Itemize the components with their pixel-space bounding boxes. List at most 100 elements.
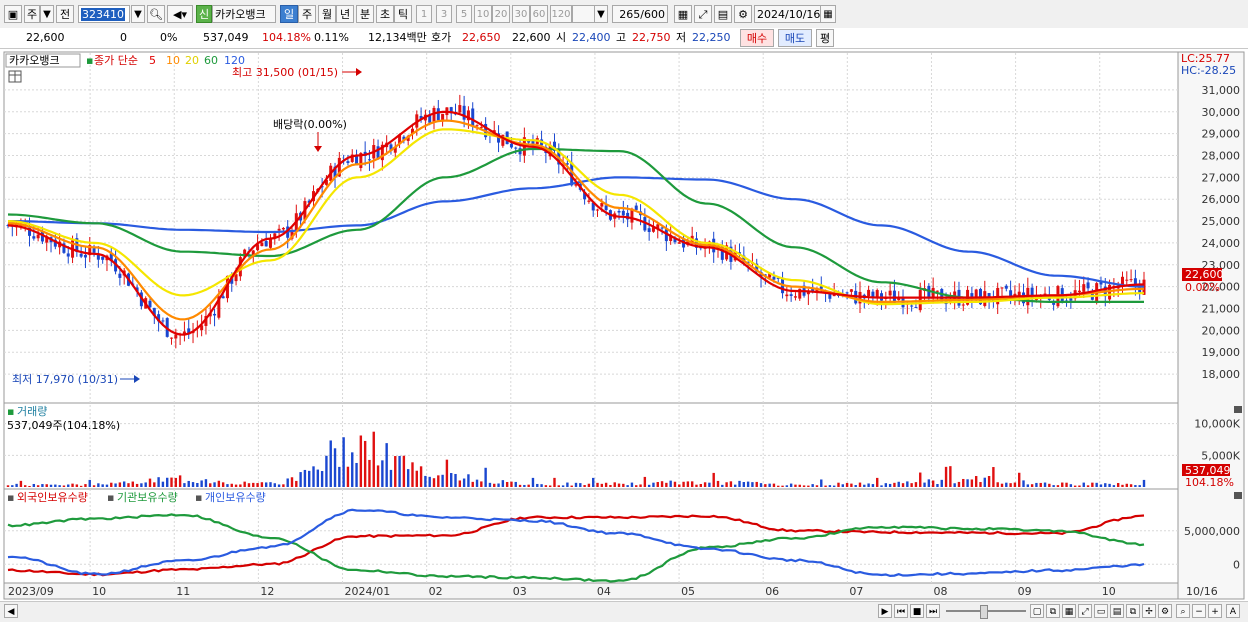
volume-bar (385, 443, 388, 487)
period-tab-0[interactable]: 일 (280, 5, 298, 23)
interval-tab-30[interactable]: 30 (512, 5, 530, 23)
table-icon[interactable]: ▦ (1062, 604, 1076, 618)
volume-bar (557, 485, 560, 487)
turnover-percent: 0.11% (314, 31, 349, 44)
volume-bar (949, 466, 952, 487)
holdings-bullet-2: ▪ (107, 491, 114, 504)
prev-button[interactable]: 전 (56, 5, 74, 23)
volume-bar (79, 485, 83, 487)
candle-body (617, 211, 621, 213)
volume-bar (221, 482, 225, 487)
buy-button[interactable]: 매수 (740, 29, 774, 47)
volume-panel-close-icon[interactable] (1234, 406, 1242, 413)
high-price: 22,750 (632, 31, 671, 44)
zoom-slider-thumb[interactable] (980, 605, 988, 619)
period-tab-6[interactable]: 틱 (394, 5, 412, 23)
volume-bar (67, 484, 70, 487)
chart-canvas[interactable]: 31,000 30,000 29,000 28,000 27,000 26,000 25,0… (0, 49, 1248, 601)
count-input[interactable]: 265/600 (612, 5, 668, 23)
volume-bar (338, 466, 341, 487)
zoom-in-icon[interactable]: + (1208, 604, 1222, 618)
date-tick-label: 04 (597, 585, 611, 598)
volume-bar (462, 478, 466, 487)
volume-bar (721, 484, 724, 487)
volume-tick-label: 10,000K (1194, 418, 1240, 431)
volume-bar (394, 456, 397, 487)
interval-tab-60[interactable]: 60 (530, 5, 548, 23)
layout-icon[interactable]: ▣ (4, 5, 22, 23)
interval-tab-20[interactable]: 20 (492, 5, 510, 23)
price-panel (3, 51, 1179, 404)
chart-scrollbar[interactable]: ◀ ▶ ⏮ ■ ⏭ ▢ ⧉ ▦ ⤢ ▭ ▤ ⧉ ✢ ⚙ ⌕ − + A (0, 601, 1248, 622)
volume-bar (467, 474, 470, 487)
zoom-out-icon[interactable]: − (1192, 604, 1206, 618)
holdings-panel-close-icon[interactable] (1234, 492, 1242, 499)
scroll-left-icon[interactable]: ◀ (4, 604, 18, 618)
ask-label: 호가 (431, 31, 452, 44)
first-page-icon[interactable]: ⏮ (894, 604, 908, 618)
volume-bar (871, 484, 875, 487)
candle-body (79, 253, 83, 257)
code-dropdown-icon[interactable]: ▼ (131, 5, 145, 23)
candle-body (509, 143, 513, 148)
save-icon[interactable]: ▤ (714, 5, 732, 23)
indicator-icon[interactable]: ⚙ (1158, 604, 1172, 618)
volume-bar (936, 484, 939, 487)
volume-bar (308, 470, 311, 487)
volume-bar (148, 478, 152, 487)
zoom-reset-icon[interactable]: ▢ (1030, 604, 1044, 618)
stock-chart[interactable]: 31,000 30,000 29,000 28,000 27,000 26,000 25,0… (0, 49, 1248, 601)
date-tick-label: 2023/09 (8, 585, 54, 598)
candle-body (785, 294, 789, 297)
volume-bar (290, 477, 294, 487)
price-tick-label: 18,000 (1202, 368, 1241, 381)
font-size-icon[interactable]: A (1226, 604, 1240, 618)
scroll-right-icon[interactable]: ▶ (878, 604, 892, 618)
settings-gear-icon[interactable]: ⚙ (734, 5, 752, 23)
zoom-search-icon[interactable]: ⌕ (1176, 604, 1190, 618)
volume-bar (299, 472, 302, 487)
interval-dropdown-icon[interactable]: ▼ (594, 5, 608, 23)
period-type-select[interactable]: 주 (24, 5, 40, 23)
period-tab-2[interactable]: 월 (318, 5, 336, 23)
volume-bar (1013, 482, 1017, 487)
period-dropdown-icon[interactable]: ▼ (40, 5, 54, 23)
search-icon[interactable]: 🔍︎ (147, 5, 165, 23)
sound-icon[interactable]: ◀▾ (167, 5, 193, 23)
volume-bar (643, 476, 647, 487)
expand-icon[interactable]: ⤢ (1078, 604, 1092, 618)
interval-tab-5[interactable]: 5 (456, 5, 472, 23)
price-change: 0 (120, 31, 127, 44)
holdings-bullet-1: ▪ (7, 491, 14, 504)
stop-icon[interactable]: ■ (910, 604, 924, 618)
window-icon[interactable]: ▭ (1094, 604, 1108, 618)
crosshair-icon[interactable]: ✢ (1142, 604, 1156, 618)
volume-bar (110, 482, 113, 487)
period-tab-5[interactable]: 초 (376, 5, 394, 23)
stock-code-input[interactable]: 323410 (78, 5, 130, 23)
interval-tab-3[interactable]: 3 (436, 5, 452, 23)
interval-tab-10[interactable]: 10 (474, 5, 492, 23)
new-badge[interactable]: 신 (196, 5, 212, 23)
last-page-icon[interactable]: ⏭ (926, 604, 940, 618)
average-button[interactable]: 평 (816, 29, 834, 47)
compare-icon[interactable]: ⧉ (1126, 604, 1140, 618)
candle-body (677, 242, 681, 244)
period-tab-4[interactable]: 분 (356, 5, 374, 23)
volume-bar (983, 477, 986, 487)
line-tool-icon[interactable]: ⤢ (694, 5, 712, 23)
sell-button[interactable]: 매도 (778, 29, 812, 47)
volume-bar (1026, 484, 1030, 487)
copy-icon[interactable]: ⧉ (1046, 604, 1060, 618)
tile-icon[interactable]: ▤ (1110, 604, 1124, 618)
volume-bar (1108, 483, 1111, 487)
volume-bar (635, 485, 638, 487)
period-tab-3[interactable]: 년 (336, 5, 354, 23)
interval-tab-1[interactable]: 1 (416, 5, 432, 23)
current-pct-tag: 0.00% (1185, 281, 1220, 294)
chart-grid-icon[interactable]: ▦ (674, 5, 692, 23)
date-tick-label: 10 (1102, 585, 1116, 598)
period-tab-1[interactable]: 주 (298, 5, 316, 23)
calendar-icon[interactable]: ▦ (820, 5, 836, 23)
interval-tab-120[interactable]: 120 (550, 5, 572, 23)
